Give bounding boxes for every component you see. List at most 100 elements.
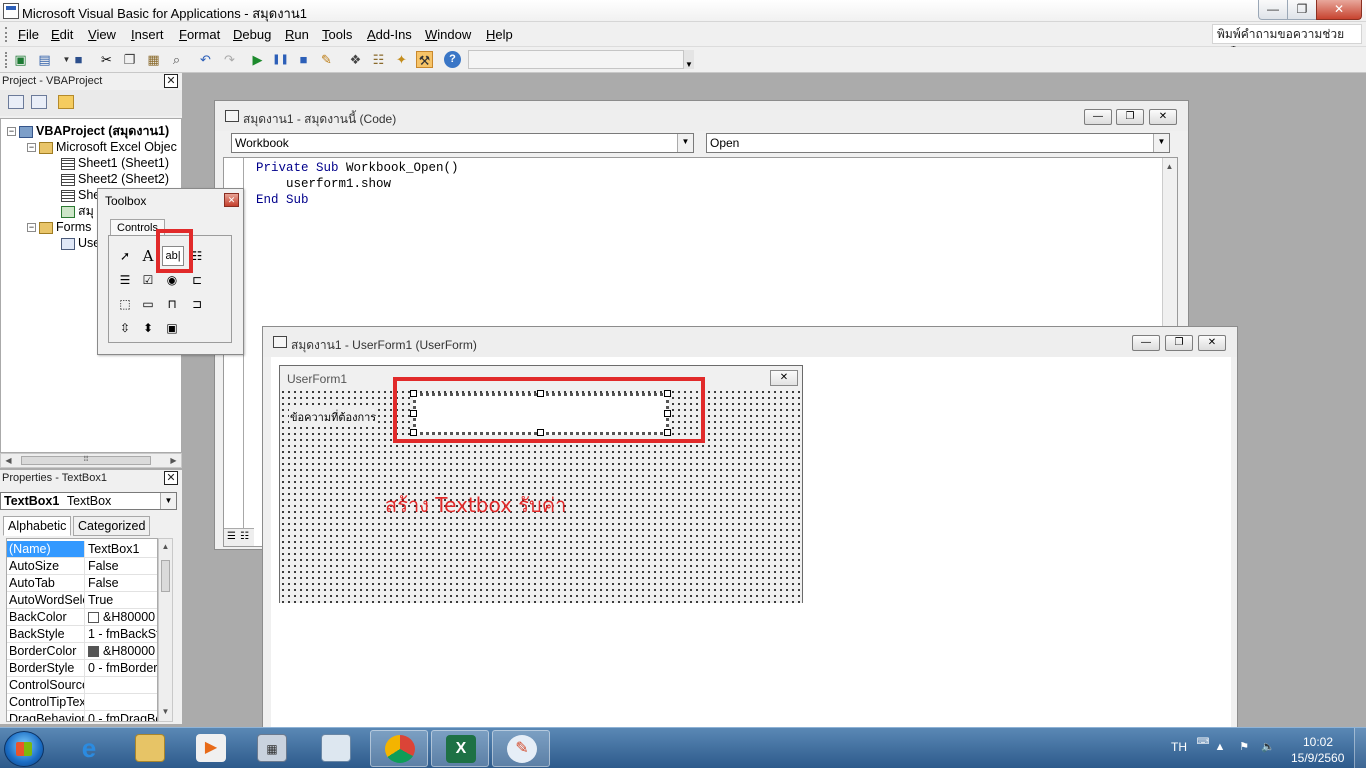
property-value[interactable]: True xyxy=(86,592,157,608)
insert-userform-icon[interactable]: ▤ xyxy=(36,51,53,68)
scrollbar-thumb[interactable]: ⦙⦙⦙ xyxy=(21,456,151,465)
menu-edit[interactable]: Edit xyxy=(51,27,73,42)
taskbar-notepad[interactable] xyxy=(307,730,365,767)
taskbar-chrome[interactable] xyxy=(370,730,428,767)
toolbox-icon[interactable]: ⚒ xyxy=(416,51,433,68)
tabstrip-tool-icon[interactable]: ⊓ xyxy=(162,294,182,314)
property-row[interactable]: BackStyle 1 - fmBackSt xyxy=(7,626,157,643)
copy-icon[interactable]: ❐ xyxy=(121,51,138,68)
toolbar-overflow-button[interactable]: ▼ xyxy=(684,50,694,69)
property-row[interactable]: BorderStyle 0 - fmBorder xyxy=(7,660,157,677)
form-minimize-button[interactable]: — xyxy=(1132,335,1160,351)
property-row[interactable]: BackColor &H80000 xyxy=(7,609,157,626)
tree-item-sheet2[interactable]: Sheet2 (Sheet2) xyxy=(61,171,169,187)
property-value[interactable]: 1 - fmBackSt xyxy=(86,626,157,642)
form-restore-button[interactable]: ❐ xyxy=(1165,335,1193,351)
properties-window-icon[interactable]: ☷ xyxy=(370,51,387,68)
menu-window[interactable]: Window xyxy=(425,27,471,42)
volume-icon[interactable]: 🔈 xyxy=(1261,740,1275,754)
property-row[interactable]: ControlSource xyxy=(7,677,157,694)
property-row[interactable]: AutoTab False xyxy=(7,575,157,592)
restore-button[interactable]: ❐ xyxy=(1287,0,1317,20)
menu-tools[interactable]: Tools xyxy=(322,27,352,42)
scroll-right-icon[interactable]: ▶ xyxy=(167,454,180,468)
property-value[interactable] xyxy=(86,694,157,710)
scrollbar-thumb[interactable] xyxy=(161,560,170,592)
spinbutton-tool-icon[interactable]: ⬍ xyxy=(138,318,158,338)
view-object-icon[interactable] xyxy=(31,95,47,109)
collapse-icon[interactable]: − xyxy=(27,143,36,153)
property-row[interactable]: (Name) TextBox1 xyxy=(7,541,157,558)
scroll-left-icon[interactable]: ◀ xyxy=(2,454,15,468)
menu-add-ins[interactable]: Add-Ins xyxy=(367,27,412,42)
code-minimize-button[interactable]: — xyxy=(1084,109,1112,125)
show-hidden-icons-icon[interactable]: ▲ xyxy=(1213,740,1227,754)
property-value[interactable]: TextBox1 xyxy=(86,541,157,557)
select-objects-icon[interactable]: ➚ xyxy=(115,246,135,266)
taskbar-paint[interactable]: ✎ xyxy=(492,730,550,767)
multipage-tool-icon[interactable]: ⊐ xyxy=(187,294,207,314)
code-close-button[interactable]: ✕ xyxy=(1149,109,1177,125)
toolbar-grip[interactable] xyxy=(5,52,8,68)
reset-icon[interactable]: ■ xyxy=(295,51,312,68)
tree-item-sheet1[interactable]: Sheet1 (Sheet1) xyxy=(61,155,169,171)
collapse-icon[interactable]: − xyxy=(27,223,36,233)
menu-view[interactable]: View xyxy=(88,27,116,42)
redo-icon[interactable]: ↷ xyxy=(221,51,238,68)
keyboard-icon[interactable]: ⌨ xyxy=(1196,734,1210,748)
frame-tool-icon[interactable]: ⬚ xyxy=(115,294,135,314)
taskbar-calculator[interactable]: ▦ xyxy=(243,730,301,767)
userform-window-titlebar[interactable]: สมุดงาน1 - UserForm1 (UserForm) — ❐ ✕ xyxy=(263,327,1237,357)
clock-date[interactable]: 15/9/2560 xyxy=(1291,751,1344,765)
cut-icon[interactable]: ✂ xyxy=(98,51,115,68)
full-module-view-icon[interactable]: ☷ xyxy=(240,531,249,542)
taskbar-internet-explorer[interactable]: e xyxy=(60,730,118,767)
property-value[interactable]: False xyxy=(86,575,157,591)
property-row[interactable]: ControlTipTex xyxy=(7,694,157,711)
collapse-icon[interactable]: − xyxy=(7,127,16,137)
chevron-down-icon[interactable]: ▼ xyxy=(677,134,693,152)
find-icon[interactable]: ⌕ xyxy=(168,51,185,68)
break-icon[interactable]: ❚❚ xyxy=(272,51,289,68)
userform-grid[interactable]: ข้อความที่ต้องการ สร้าง Textbox รับค่า xyxy=(280,377,802,603)
tree-item-thisworkbook[interactable]: สมุ xyxy=(61,203,94,219)
property-row[interactable]: BorderColor &H80000 xyxy=(7,643,157,660)
toolbox-close-button[interactable]: ✕ xyxy=(224,193,239,207)
view-code-icon[interactable] xyxy=(8,95,24,109)
properties-panel-close-button[interactable]: ✕ xyxy=(164,471,178,485)
menu-debug[interactable]: Debug xyxy=(233,27,271,42)
code-window-titlebar[interactable]: สมุดงาน1 - สมุดงานนี้ (Code) — ❐ ✕ xyxy=(215,101,1188,131)
checkbox-tool-icon[interactable]: ☑ xyxy=(138,270,158,290)
property-row[interactable]: DragBehavior 0 - fmDragBe xyxy=(7,711,157,721)
run-icon[interactable]: ▶ xyxy=(249,51,266,68)
object-dropdown[interactable]: Workbook ▼ xyxy=(231,133,694,153)
code-restore-button[interactable]: ❐ xyxy=(1116,109,1144,125)
clock-time[interactable]: 10:02 xyxy=(1303,735,1333,749)
paste-icon[interactable]: ▦ xyxy=(145,51,162,68)
scroll-up-icon[interactable]: ▲ xyxy=(159,540,172,554)
scroll-down-icon[interactable]: ▼ xyxy=(159,705,172,719)
tree-item-sheet3[interactable]: She xyxy=(61,187,100,203)
project-explorer-icon[interactable]: ❖ xyxy=(347,51,364,68)
undo-icon[interactable]: ↶ xyxy=(197,51,214,68)
menu-grip[interactable] xyxy=(5,27,8,42)
toolbox-title[interactable]: Toolbox xyxy=(105,194,146,208)
chevron-down-icon[interactable]: ▼ xyxy=(1153,134,1169,152)
label-control[interactable]: ข้อความที่ต้องการ xyxy=(289,407,378,427)
tab-categorized[interactable]: Categorized xyxy=(73,516,151,536)
tab-alphabetic[interactable]: Alphabetic xyxy=(3,516,72,536)
property-value[interactable]: False xyxy=(86,558,157,574)
menu-file[interactable]: File xyxy=(18,27,39,42)
image-tool-icon[interactable]: ▣ xyxy=(162,318,182,338)
property-value[interactable] xyxy=(86,677,157,693)
label-tool-icon[interactable]: A xyxy=(138,246,158,266)
property-value[interactable]: 0 - fmDragBe xyxy=(86,711,157,721)
taskbar-file-explorer[interactable] xyxy=(121,730,179,767)
userform[interactable]: UserForm1 ✕ ข้อความที่ต้องการ สร้าง Text… xyxy=(279,365,803,603)
scroll-up-icon[interactable]: ▲ xyxy=(1163,160,1176,174)
togglebutton-tool-icon[interactable]: ⊏ xyxy=(187,270,207,290)
object-browser-icon[interactable]: ✦ xyxy=(393,51,410,68)
design-mode-icon[interactable]: ✎ xyxy=(318,51,335,68)
excel-view-icon[interactable]: ▣ xyxy=(12,51,29,68)
taskbar-media-player[interactable]: ▶ xyxy=(182,730,240,767)
